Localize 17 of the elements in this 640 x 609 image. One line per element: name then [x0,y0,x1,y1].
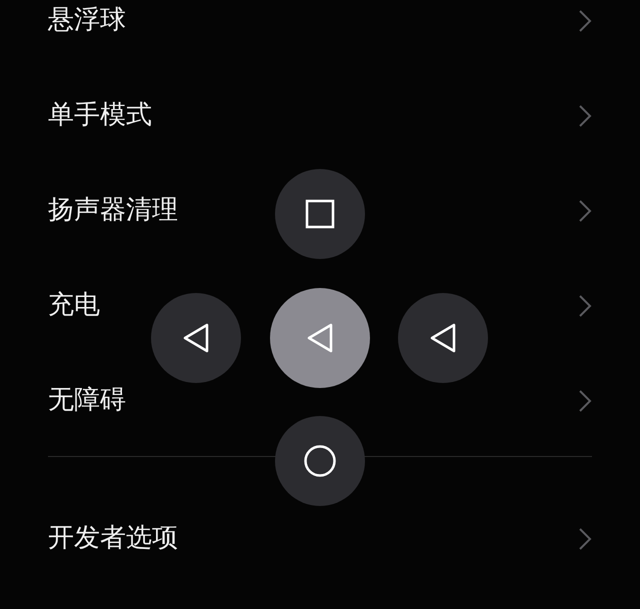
triangle-left-icon [306,322,334,354]
chevron-right-icon [578,388,592,412]
settings-item[interactable]: 开发者选项 [48,519,178,558]
chevron-right-icon [578,8,592,32]
settings-item[interactable]: 扬声器清理 [48,191,178,230]
chevron-right-icon [578,526,592,550]
triangle-left-icon [182,322,210,354]
settings-item[interactable]: 悬浮球 [48,1,126,40]
chevron-right-icon [578,198,592,222]
triangle-left-icon [429,322,457,354]
square-icon [305,199,335,229]
settings-item[interactable]: 单手模式 [48,96,152,135]
chevron-right-icon [578,104,592,128]
chevron-right-icon [578,294,592,318]
settings-item[interactable]: 无障碍 [48,381,126,420]
circle-icon [303,444,337,478]
settings-item[interactable]: 充电 [48,286,100,325]
